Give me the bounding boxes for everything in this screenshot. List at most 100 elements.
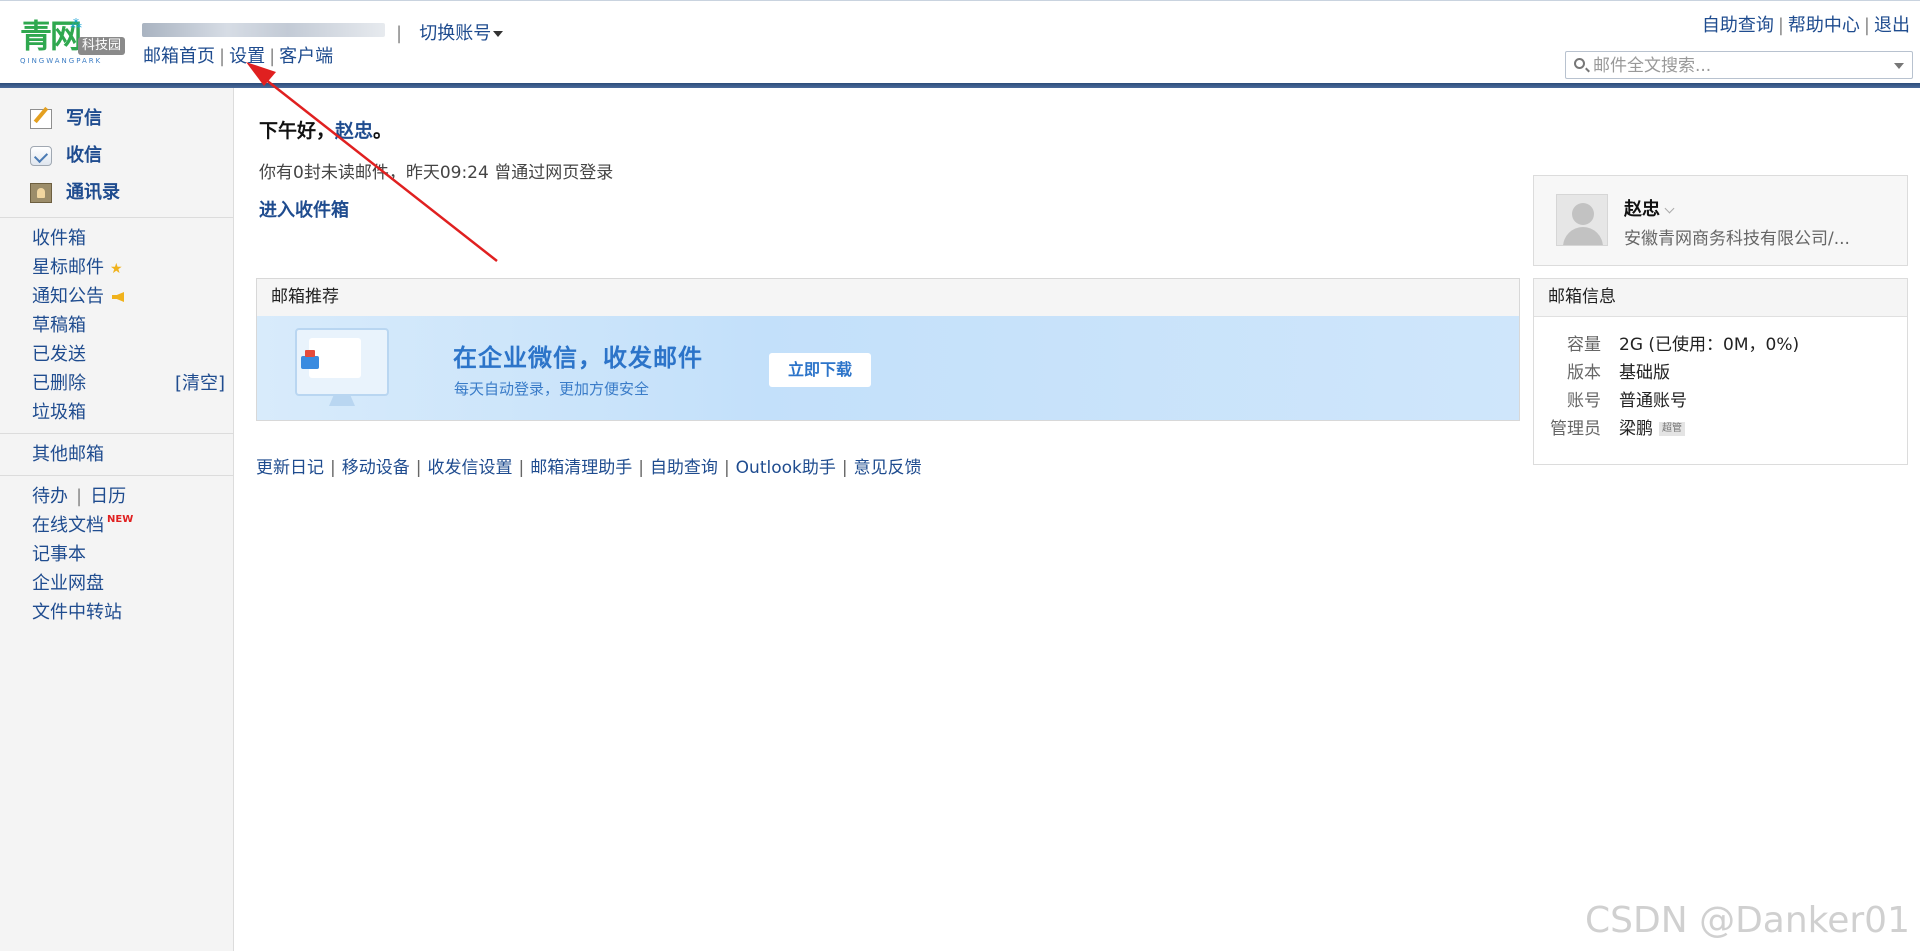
self-query-link[interactable]: 自助查询 (650, 458, 718, 478)
nav-mailbox-home[interactable]: 邮箱首页 (143, 46, 215, 67)
search-options-dropdown-icon[interactable] (1894, 63, 1904, 69)
enter-inbox-link[interactable]: 进入收件箱 (259, 196, 349, 222)
banner-subtitle: 每天自动登录，更加方便安全 (454, 380, 650, 398)
folder-label: 收件箱 (32, 228, 86, 249)
mailbox-info-title: 邮箱信息 (1534, 279, 1907, 317)
mobile-devices-link[interactable]: 移动设备 (342, 458, 410, 478)
secondary-nav: 邮箱首页 | 设置 | 客户端 (143, 42, 333, 68)
separator: | (269, 46, 276, 67)
folder-deleted[interactable]: 已删除 [清空] (0, 369, 233, 398)
search-box[interactable] (1565, 51, 1913, 79)
nav-settings[interactable]: 设置 (229, 46, 265, 67)
top-right-links: 自助查询 | 帮助中心 | 退出 (1702, 11, 1910, 37)
empty-trash-link[interactable]: [清空] (175, 369, 225, 398)
tools-list: 待办 | 日历 在线文档 NEW 记事本 企业网盘 文件中转站 (0, 482, 233, 627)
separator: | (330, 458, 336, 478)
footer-links: 更新日记 | 移动设备 | 收发信设置 | 邮箱清理助手 | 自助查询 | Outlook助手 | 意见… (256, 453, 922, 478)
todo-link[interactable]: 待办 (32, 486, 68, 507)
recommend-title: 邮箱推荐 (257, 279, 1519, 317)
self-service-link[interactable]: 自助查询 (1702, 15, 1774, 36)
feedback-link[interactable]: 意见反馈 (854, 458, 922, 478)
folder-drafts[interactable]: 草稿箱 (0, 311, 233, 340)
search-input[interactable] (1591, 54, 1885, 78)
separator: | (841, 458, 848, 478)
contacts-button[interactable]: 通讯录 (0, 174, 233, 211)
changelog-link[interactable]: 更新日记 (256, 458, 324, 478)
todo-calendar-row: 待办 | 日历 (0, 482, 233, 511)
info-row-account: 账号 普通账号 (1534, 387, 1907, 415)
other-mailbox-link[interactable]: 其他邮箱 (0, 440, 233, 469)
company-logo[interactable]: 青网 ⁂ 科技园 QINGWANGPARK (20, 17, 126, 65)
help-center-link[interactable]: 帮助中心 (1788, 15, 1860, 36)
profile-name[interactable]: 赵忠 (1624, 195, 1675, 221)
other-mailbox-label: 其他邮箱 (32, 444, 104, 465)
info-row-capacity: 容量 2G (已使用：0M，0%) (1534, 331, 1907, 359)
compose-button[interactable]: 写信 (0, 100, 233, 137)
avatar-body-shape (1563, 227, 1603, 245)
banner-title: 在企业微信，收发邮件 (453, 344, 703, 372)
other-mailbox-section: 其他邮箱 (0, 440, 233, 469)
separator: | (76, 486, 83, 507)
unread-status: 你有0封未读邮件，昨天09:24 曾通过网页登录 (259, 163, 614, 183)
admin-link[interactable]: 梁鹏 (1619, 419, 1653, 439)
contacts-icon (30, 183, 52, 203)
outlook-helper-link[interactable]: Outlook助手 (736, 458, 836, 478)
avatar-head-shape (1572, 203, 1594, 225)
send-receive-settings-link[interactable]: 收发信设置 (427, 458, 512, 478)
nav-client[interactable]: 客户端 (279, 46, 333, 67)
receive-button[interactable]: 收信 (0, 137, 233, 174)
enterprise-disk-label: 企业网盘 (32, 573, 104, 594)
download-button[interactable]: 立即下载 (769, 353, 871, 387)
logout-link[interactable]: 退出 (1874, 15, 1910, 36)
separator: | (1863, 15, 1870, 36)
online-docs-label: 在线文档 (32, 515, 104, 536)
online-docs-link[interactable]: 在线文档 NEW (0, 511, 233, 540)
folder-label: 通知公告 (32, 286, 104, 307)
receive-icon (30, 146, 52, 166)
receive-label: 收信 (66, 145, 102, 166)
wecom-banner[interactable]: 在企业微信，收发邮件 每天自动登录，更加方便安全 立即下载 (257, 316, 1519, 420)
separator: | (396, 23, 403, 44)
compose-label: 写信 (66, 108, 102, 129)
info-key: 管理员 (1550, 419, 1601, 439)
mailbox-cleanup-link[interactable]: 邮箱清理助手 (530, 458, 632, 478)
folder-announcements[interactable]: 通知公告 (0, 282, 233, 311)
folder-label: 已发送 (32, 344, 86, 365)
sidebar-divider (0, 433, 233, 434)
folder-starred[interactable]: 星标邮件 ★ (0, 253, 233, 282)
user-name-link[interactable]: 赵忠 (335, 120, 373, 142)
computer-illustration-icon (275, 322, 395, 418)
folder-label: 星标邮件 (32, 257, 104, 278)
star-icon: ★ (110, 261, 123, 277)
logo-subtitle: QINGWANGPARK (20, 57, 103, 65)
folder-inbox[interactable]: 收件箱 (0, 224, 233, 253)
avatar[interactable] (1556, 194, 1608, 246)
account-address-redacted (142, 23, 385, 37)
folder-spam[interactable]: 垃圾箱 (0, 398, 233, 427)
profile-organization: 安徽青网商务科技有限公司/... (1624, 229, 1850, 249)
folder-label: 草稿箱 (32, 315, 86, 336)
logo-dots-icon: ⁂ (70, 17, 83, 31)
separator: | (1777, 15, 1784, 36)
folder-sent[interactable]: 已发送 (0, 340, 233, 369)
info-key: 容量 (1567, 335, 1601, 355)
info-key: 版本 (1567, 363, 1601, 383)
switch-account-label: 切换账号 (419, 23, 492, 44)
header: 青网 ⁂ 科技园 QINGWANGPARK | 切换账号 邮箱首页 | 设置 | 客户端… (0, 0, 1920, 84)
greeting: 下午好，赵忠。 (259, 116, 392, 143)
switch-account-menu[interactable]: | 切换账号 (396, 19, 504, 45)
enterprise-disk-link[interactable]: 企业网盘 (0, 569, 233, 598)
greeting-prefix: 下午好， (259, 120, 336, 142)
info-key: 账号 (1567, 391, 1601, 411)
account-type-link[interactable]: 普通账号 (1619, 391, 1687, 411)
search-icon (1574, 58, 1585, 69)
speaker-icon (112, 292, 124, 302)
notepad-link[interactable]: 记事本 (0, 540, 233, 569)
separator: | (219, 46, 226, 67)
folder-label: 垃圾箱 (32, 402, 86, 423)
separator: | (638, 458, 644, 478)
sidebar: 写信 收信 通讯录 收件箱 星标邮件 ★ 通知公告 草稿箱 已发送 已删除 [清空]… (0, 88, 234, 951)
calendar-link[interactable]: 日历 (90, 486, 126, 507)
file-transfer-link[interactable]: 文件中转站 (0, 598, 233, 627)
chevron-down-icon (1664, 203, 1675, 214)
